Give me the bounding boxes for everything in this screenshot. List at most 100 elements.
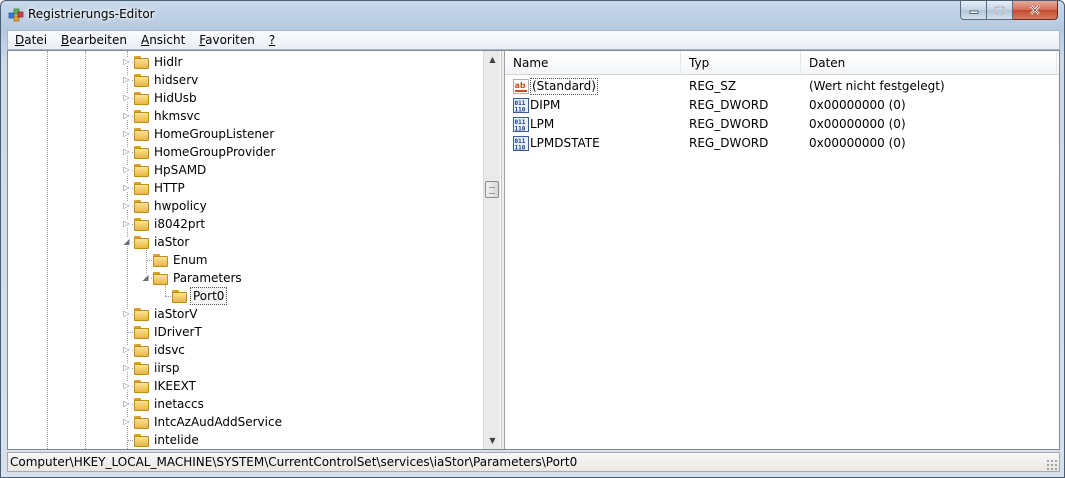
tree-node-label: HTTP: [154, 181, 185, 195]
collapse-triangle-icon[interactable]: ◢: [122, 237, 131, 246]
tree-node-intelide[interactable]: intelide: [8, 431, 483, 449]
tree-node-hidserv[interactable]: ▷ hidserv: [8, 71, 483, 89]
expand-triangle-icon[interactable]: ▷: [122, 93, 131, 102]
folder-icon: [134, 379, 150, 393]
menu-help-label: ?: [268, 33, 276, 47]
folder-icon: [134, 433, 150, 447]
menu-bearbeiten-label: Bearbeiten: [61, 33, 127, 47]
tree-node-port0[interactable]: Port0: [8, 287, 483, 305]
tree-node-label: HpSAMD: [154, 163, 207, 177]
tree-node-label: IntcAzAudAddService: [154, 415, 282, 429]
tree-node-homegrouplistener[interactable]: ▷ HomeGroupListener: [8, 125, 483, 143]
column-header-name[interactable]: Name: [505, 51, 681, 75]
tree-node-inetaccs[interactable]: ▷ inetaccs: [8, 395, 483, 413]
scroll-down-icon[interactable]: ▼: [484, 432, 501, 449]
scroll-thumb[interactable]: [485, 181, 499, 198]
close-button[interactable]: [1013, 1, 1058, 20]
tree-node-label: Port0: [190, 287, 228, 305]
value-data: 0x00000000 (0): [809, 136, 906, 150]
expand-triangle-icon[interactable]: ▷: [122, 363, 131, 372]
menu-ansicht-label: Ansicht: [140, 33, 186, 47]
expand-triangle-icon[interactable]: ▷: [122, 57, 131, 66]
tree-vertical-scrollbar[interactable]: ▲ ▼: [483, 51, 500, 449]
folder-icon: [134, 181, 150, 195]
folder-icon: [134, 217, 150, 231]
expand-triangle-icon[interactable]: ▷: [122, 399, 131, 408]
minimize-button[interactable]: [960, 1, 987, 20]
resize-grip-icon[interactable]: [1046, 459, 1057, 470]
expand-triangle-icon[interactable]: ▷: [122, 165, 131, 174]
tree-node-parameters[interactable]: ◢ Parameters: [8, 269, 483, 287]
window-title: Registrierungs-Editor: [28, 7, 155, 21]
svg-text:110: 110: [515, 126, 526, 133]
expand-triangle-icon[interactable]: ▷: [122, 381, 131, 390]
column-header-type[interactable]: Typ: [681, 51, 801, 75]
value-row-lpmdstate[interactable]: 011 110 LPMDSTATE REG_DWORD 0x00000000 (0): [505, 134, 1059, 153]
registry-editor-window: Registrierungs-Editor Datei Bearbeiten A…: [0, 0, 1065, 478]
tree-node-ikeext[interactable]: ▷ IKEEXT: [8, 377, 483, 395]
tree-node-idrivert[interactable]: IDriverT: [8, 323, 483, 341]
menu-help[interactable]: ?: [262, 31, 282, 49]
expand-triangle-icon[interactable]: ▷: [122, 75, 131, 84]
tree-node-iastor[interactable]: ◢ iaStor: [8, 233, 483, 251]
tree-node-label: inetaccs: [154, 397, 204, 411]
tree-node-hwpolicy[interactable]: ▷ hwpolicy: [8, 197, 483, 215]
maximize-button[interactable]: [987, 1, 1013, 20]
folder-icon: [134, 199, 150, 213]
menu-bearbeiten[interactable]: Bearbeiten: [54, 31, 134, 49]
tree-node-enum[interactable]: Enum: [8, 251, 483, 269]
window-controls: [960, 1, 1058, 20]
svg-text:110: 110: [515, 107, 526, 114]
column-header-data[interactable]: Daten: [801, 51, 1057, 75]
tree-node-iirsp[interactable]: ▷ iirsp: [8, 359, 483, 377]
expand-triangle-icon[interactable]: ▷: [122, 345, 131, 354]
expand-triangle-icon[interactable]: ▷: [122, 201, 131, 210]
value-type: REG_DWORD: [689, 117, 769, 131]
tree-node-label: Parameters: [173, 271, 242, 285]
expand-triangle-icon[interactable]: ▷: [122, 219, 131, 228]
tree-node-label: Enum: [173, 253, 208, 267]
tree-node-label: iaStorV: [154, 307, 198, 321]
expand-triangle-icon[interactable]: ▷: [122, 417, 131, 426]
tree-node-i8042prt[interactable]: ▷ i8042prt: [8, 215, 483, 233]
tree-node-label: hkmsvc: [154, 109, 201, 123]
tree-node-label: HomeGroupListener: [154, 127, 275, 141]
svg-text:ab: ab: [515, 81, 526, 90]
status-bar: Computer\HKEY_LOCAL_MACHINE\SYSTEM\Curre…: [7, 452, 1060, 472]
tree-node-intcazaudaddservice[interactable]: ▷ IntcAzAudAddService: [8, 413, 483, 431]
menu-ansicht[interactable]: Ansicht: [134, 31, 192, 49]
tree-node-http[interactable]: ▷ HTTP: [8, 179, 483, 197]
menu-bar: Datei Bearbeiten Ansicht Favoriten ?: [7, 30, 1060, 50]
main-content: ▷ HidIr ▷ hidserv ▷ HidUsb ▷ hkmsvc ▷ HomeGroupLi…: [7, 50, 1060, 450]
folder-icon: [153, 271, 169, 285]
key-tree-pane: ▷ HidIr ▷ hidserv ▷ HidUsb ▷ hkmsvc ▷ HomeGroupLi…: [8, 51, 501, 449]
value-row-standard[interactable]: ab (Standard) REG_SZ (Wert nicht festgelegt…: [505, 77, 1059, 96]
scroll-up-icon[interactable]: ▲: [484, 51, 501, 68]
value-data: 0x00000000 (0): [809, 98, 906, 112]
tree-node-hidir[interactable]: ▷ HidIr: [8, 53, 483, 71]
collapse-triangle-icon[interactable]: ◢: [141, 273, 150, 282]
folder-icon: [134, 73, 150, 87]
title-bar[interactable]: Registrierungs-Editor: [1, 1, 1064, 29]
tree-node-homegroupprovider[interactable]: ▷ HomeGroupProvider: [8, 143, 483, 161]
close-icon: [1030, 5, 1040, 15]
tree-node-iastorv[interactable]: ▷ iaStorV: [8, 305, 483, 323]
tree-node-label: hwpolicy: [154, 199, 207, 213]
menu-datei-label: Datei: [15, 33, 48, 47]
folder-icon: [134, 325, 150, 339]
tree-node-hpsamd[interactable]: ▷ HpSAMD: [8, 161, 483, 179]
expand-triangle-icon[interactable]: ▷: [122, 183, 131, 192]
string-value-icon: ab: [513, 79, 529, 94]
expand-triangle-icon[interactable]: ▷: [122, 111, 131, 120]
tree-node-hidusb[interactable]: ▷ HidUsb: [8, 89, 483, 107]
value-type: REG_DWORD: [689, 98, 769, 112]
tree-node-idsvc[interactable]: ▷ idsvc: [8, 341, 483, 359]
menu-datei[interactable]: Datei: [8, 31, 54, 49]
expand-triangle-icon[interactable]: ▷: [122, 147, 131, 156]
value-row-dipm[interactable]: 011 110 DIPM REG_DWORD 0x00000000 (0): [505, 96, 1059, 115]
expand-triangle-icon[interactable]: ▷: [122, 129, 131, 138]
tree-node-hkmsvc[interactable]: ▷ hkmsvc: [8, 107, 483, 125]
menu-favoriten[interactable]: Favoriten: [192, 31, 262, 49]
expand-triangle-icon[interactable]: ▷: [122, 309, 131, 318]
value-row-lpm[interactable]: 011 110 LPM REG_DWORD 0x00000000 (0): [505, 115, 1059, 134]
